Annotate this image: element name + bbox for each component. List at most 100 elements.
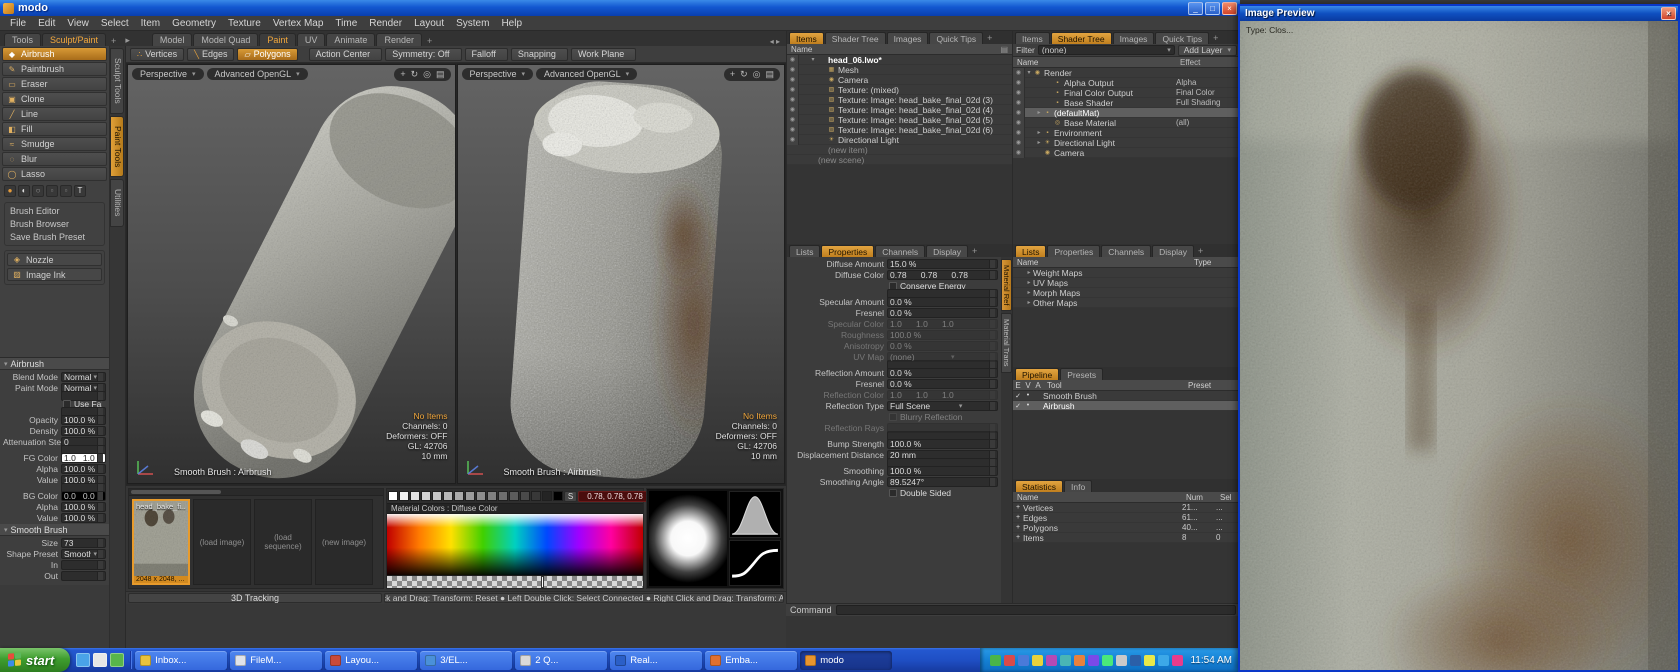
brush-section-header[interactable]: ▾ Smooth Brush (0, 524, 109, 536)
task-button[interactable]: 3/EL... (420, 651, 512, 670)
mini-slider-spinner[interactable] (97, 492, 103, 500)
tool-category-tab[interactable]: Utilities (110, 179, 124, 226)
tray-icon[interactable] (1088, 655, 1099, 666)
item-row[interactable]: (new scene) (787, 155, 1012, 165)
layout-tab[interactable]: Render (376, 33, 422, 46)
view-type-dropdown[interactable]: Perspective▾ (132, 68, 204, 80)
panel-tab[interactable]: Lists (1015, 245, 1046, 257)
property-field[interactable]: Double Sided (887, 488, 998, 498)
property-field[interactable]: 0.0 % (887, 341, 998, 351)
viewport-nav-icon[interactable]: ◎ (423, 69, 431, 80)
tool-properties-header[interactable]: ▾ Airbrush (0, 358, 109, 370)
tool-column-header[interactable]: Tool (1043, 381, 1184, 390)
horizontal-scrollbar[interactable] (129, 489, 383, 496)
task-button[interactable]: modo (800, 651, 892, 670)
panel-tab[interactable]: Display (1152, 245, 1194, 257)
start-button[interactable]: start (0, 648, 70, 672)
property-field[interactable] (887, 423, 998, 433)
material-subtab[interactable]: Material Ref (1001, 259, 1012, 311)
shader-row[interactable]: ◉ ▾ ◉ Render (1013, 68, 1240, 78)
tray-icon[interactable] (1144, 655, 1155, 666)
mini-slider-spinner[interactable] (989, 424, 995, 432)
mini-slider-spinner[interactable] (989, 342, 995, 350)
mini-slider-spinner[interactable] (97, 427, 103, 435)
visibility-eye-icon[interactable]: ◉ (787, 135, 799, 145)
effect-column-header[interactable]: Effect (1176, 58, 1240, 67)
viewport-nav-icon[interactable]: + (730, 69, 735, 80)
panel-tab[interactable]: Statistics (1015, 480, 1063, 492)
visible-column-header[interactable]: V (1023, 381, 1033, 390)
brush-link[interactable]: Save Brush Preset (7, 231, 102, 243)
shading-mode-dropdown[interactable]: Advanced OpenGL▾ (207, 68, 308, 80)
mini-slider-spinner[interactable] (97, 373, 103, 381)
palette-swatch[interactable] (509, 491, 519, 501)
item-row[interactable]: ◉ ▨ Texture: Image: head_bake_final_02d … (787, 125, 1012, 135)
visibility-eye-icon[interactable]: ◉ (787, 65, 799, 75)
shader-row[interactable]: ◉ ▸ ▪ (defaultMat) (1013, 108, 1240, 118)
task-button[interactable]: Inbox... (135, 651, 227, 670)
toolbar-menu-button[interactable]: Falloff (465, 48, 508, 61)
visibility-eye-icon[interactable]: ◉ (1013, 138, 1025, 148)
menu-item[interactable]: System (450, 18, 495, 29)
visibility-eye-icon[interactable]: ◉ (1013, 128, 1025, 138)
property-field[interactable]: 1.0 1.0 1.0 (61, 453, 106, 463)
mini-slider-spinner[interactable] (989, 331, 995, 339)
pipeline-row[interactable]: ✓ • Smooth Brush (1013, 391, 1240, 401)
visibility-eye-icon[interactable]: ◉ (1013, 148, 1025, 158)
list-item[interactable]: ▸ Morph Maps (1013, 288, 1240, 298)
palette-swatch[interactable] (476, 491, 486, 501)
saturation-button[interactable]: S (564, 491, 577, 502)
shader-row[interactable]: ◉ ▪ Alpha Output Alpha (1013, 78, 1240, 88)
task-button[interactable]: FileM... (230, 651, 322, 670)
image-cell[interactable]: (new image) (315, 499, 373, 585)
palette-swatch[interactable] (498, 491, 508, 501)
expand-arrow-icon[interactable]: ▸ (1025, 299, 1033, 306)
tray-icon[interactable] (1158, 655, 1169, 666)
value-slider[interactable] (387, 575, 643, 588)
item-row[interactable]: ◉ ☀ Directional Light (787, 135, 1012, 145)
property-field[interactable]: Smooth ▾ (61, 549, 106, 559)
ink-tool-button[interactable]: ◈ Nozzle (7, 253, 102, 266)
palette-swatch[interactable] (432, 491, 442, 501)
palette-swatch[interactable] (454, 491, 464, 501)
mini-slider-spinner[interactable] (989, 380, 995, 388)
color-spectrum[interactable] (387, 514, 643, 575)
expand-arrow-icon[interactable]: ▸ (1025, 279, 1033, 286)
viewport-nav-icon[interactable]: ▤ (436, 69, 445, 80)
expand-arrow-icon[interactable]: ▾ (1025, 69, 1033, 76)
mini-slider-spinner[interactable] (97, 572, 103, 580)
image-cell[interactable]: (load sequence) (254, 499, 312, 585)
paint-tool-button[interactable]: ✎ Paintbrush (2, 62, 107, 76)
tray-icon[interactable] (1074, 655, 1085, 666)
property-field[interactable]: 1.0 1.0 1.0 (887, 390, 998, 400)
texture-preview-image[interactable] (1240, 21, 1678, 670)
item-row[interactable]: ◉ ▨ Texture: (mixed) (787, 85, 1012, 95)
falloff-curve-s[interactable] (729, 540, 781, 587)
shader-row[interactable]: ◉ ▸ ☀ Directional Light (1013, 138, 1240, 148)
expand-arrow-icon[interactable]: ▸ (1035, 109, 1043, 116)
palette-swatch[interactable] (553, 491, 563, 501)
viewport-3d-right[interactable]: Perspective▾ Advanced OpenGL▾ +↻◎▤ No It… (457, 64, 786, 484)
expand-arrow-icon[interactable]: ▸ (1035, 139, 1043, 146)
layout-tab[interactable]: Animate (326, 33, 375, 46)
property-field[interactable]: 89.5247° (887, 477, 998, 487)
paint-tool-button[interactable]: ≈ Smudge (2, 137, 107, 151)
item-row[interactable]: ◉ ▦ Mesh (787, 65, 1012, 75)
mini-slider-spinner[interactable] (989, 467, 995, 475)
visibility-eye-icon[interactable]: ◉ (1013, 98, 1025, 108)
shader-row[interactable]: ◉ ▪ Final Color Output Final Color (1013, 88, 1240, 98)
panel-tab[interactable]: Lists (789, 245, 820, 257)
mini-slider-spinner[interactable] (989, 298, 995, 306)
checkbox[interactable] (889, 413, 897, 421)
mini-slider-spinner[interactable] (989, 478, 995, 486)
mini-slider-spinner[interactable] (989, 440, 995, 448)
property-field[interactable]: 0.0 0.0 0.0 (61, 491, 106, 501)
statistics-row[interactable]: + Vertices 21... ... (1013, 503, 1240, 513)
shader-row[interactable]: ◉ ◎ Base Material (all) (1013, 118, 1240, 128)
tab-scroll-icons[interactable]: ◂ ▸ (770, 37, 782, 46)
panel-tab[interactable]: Images (1113, 32, 1155, 44)
taskbar-clock[interactable]: 11:54 AM (1186, 655, 1232, 666)
property-field[interactable]: 1.0 1.0 1.0 (887, 319, 998, 329)
visibility-eye-icon[interactable]: ◉ (787, 95, 799, 105)
visibility-eye-icon[interactable]: ◉ (787, 75, 799, 85)
